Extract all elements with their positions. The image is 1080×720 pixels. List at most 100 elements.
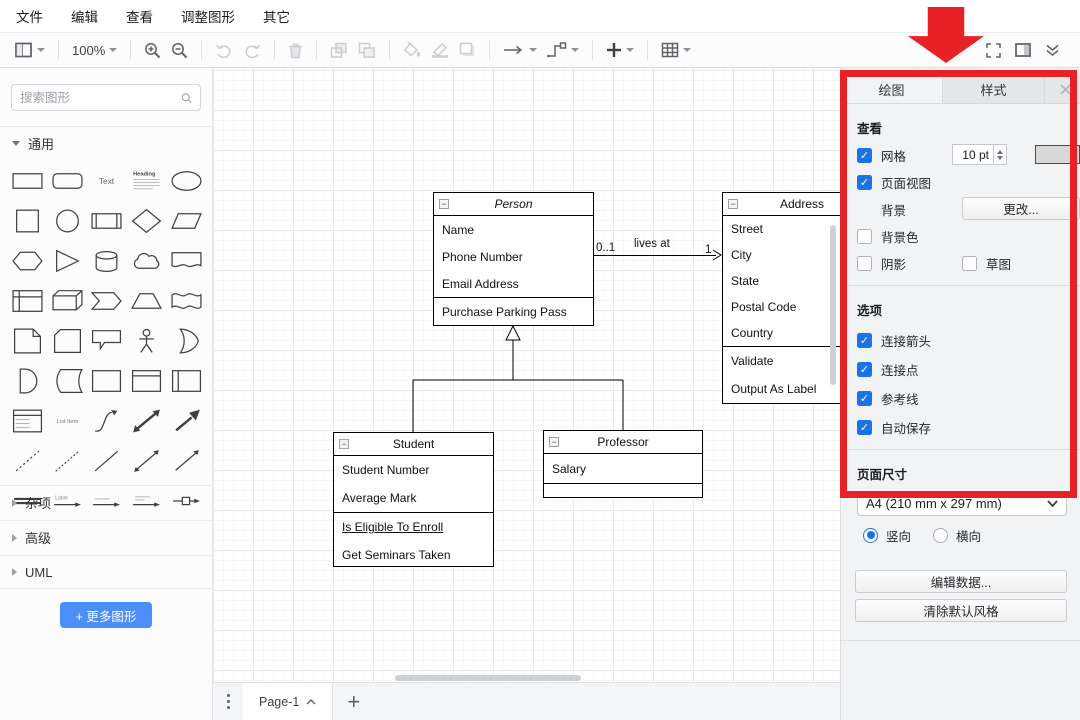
shape-callout[interactable]: [87, 324, 127, 357]
edit-data-button[interactable]: 编辑数据...: [855, 570, 1067, 593]
shadow-button[interactable]: [459, 38, 476, 62]
shape-card[interactable]: [48, 324, 88, 357]
shape-dotted-line[interactable]: [48, 444, 88, 477]
collapse-icon[interactable]: −: [439, 199, 449, 209]
shape-diamond[interactable]: [127, 204, 167, 237]
portrait-radio[interactable]: [863, 528, 878, 543]
shape-or[interactable]: [166, 324, 206, 357]
collapse-icon[interactable]: −: [549, 437, 559, 447]
shape-and[interactable]: [8, 364, 48, 397]
guides-checkbox[interactable]: ✓: [857, 391, 872, 406]
uml-class-address[interactable]: − Address Street City State Postal Code …: [722, 192, 840, 404]
grid-size-stepper[interactable]: [994, 144, 1007, 165]
sidebar-section-misc[interactable]: 杂项: [0, 485, 213, 519]
edge-lives-at[interactable]: [594, 255, 716, 256]
shape-search[interactable]: [11, 84, 201, 111]
zoom-in-button[interactable]: [144, 38, 161, 62]
change-background-button[interactable]: 更改...: [962, 197, 1080, 220]
shape-parallelogram[interactable]: [166, 204, 206, 237]
shape-cube[interactable]: [48, 284, 88, 317]
landscape-radio[interactable]: [933, 528, 948, 543]
tab-style[interactable]: 样式: [943, 76, 1045, 103]
add-page-button[interactable]: +: [347, 689, 360, 715]
zoom-out-button[interactable]: [171, 38, 188, 62]
shape-cloud[interactable]: [127, 244, 167, 277]
redo-button[interactable]: [243, 38, 261, 62]
connection-arrows-checkbox[interactable]: ✓: [857, 333, 872, 348]
collapse-double-chevron-icon[interactable]: [1045, 44, 1060, 57]
grid-checkbox[interactable]: ✓: [857, 148, 872, 163]
view-panels-button[interactable]: [15, 38, 45, 62]
shape-text[interactable]: Text: [87, 164, 127, 197]
sidebar-section-advanced[interactable]: 高级: [0, 520, 213, 554]
shape-step[interactable]: [87, 284, 127, 317]
zoom-level-button[interactable]: 100%: [72, 38, 117, 62]
edge-source-multiplicity[interactable]: 0..1: [596, 242, 615, 254]
shape-dashed-line[interactable]: [8, 444, 48, 477]
shape-cylinder[interactable]: [87, 244, 127, 277]
shape-rounded-rectangle[interactable]: [48, 164, 88, 197]
shape-list-item[interactable]: List Item: [48, 404, 88, 437]
edge-label[interactable]: lives at: [634, 238, 670, 250]
format-panel-icon[interactable]: [1015, 43, 1031, 57]
autosave-checkbox[interactable]: ✓: [857, 420, 872, 435]
close-panel-button[interactable]: [1050, 76, 1080, 103]
shadow-checkbox[interactable]: [857, 256, 872, 271]
shape-horizontal-container[interactable]: [166, 364, 206, 397]
to-front-button[interactable]: [330, 38, 348, 62]
shape-internal-storage[interactable]: [8, 284, 48, 317]
collapse-icon[interactable]: −: [339, 439, 349, 449]
diagram-canvas[interactable]: − Person Name Phone Number Email Address…: [213, 68, 840, 682]
page-tab[interactable]: Page-1: [243, 683, 333, 720]
waypoint-style-button[interactable]: [547, 38, 579, 62]
uml-class-person[interactable]: − Person Name Phone Number Email Address…: [433, 192, 594, 326]
edge-target-multiplicity[interactable]: 1: [705, 244, 711, 256]
collapse-icon[interactable]: −: [728, 199, 738, 209]
shape-bidirectional-arrow[interactable]: [127, 404, 167, 437]
delete-button[interactable]: [288, 38, 303, 62]
shape-curve[interactable]: [87, 404, 127, 437]
shape-data-storage[interactable]: [48, 364, 88, 397]
insert-button[interactable]: [606, 38, 634, 62]
canvas-horizontal-scrollbar[interactable]: [395, 675, 581, 681]
menu-extras[interactable]: 其它: [263, 6, 290, 26]
shape-line[interactable]: [87, 444, 127, 477]
tab-diagram[interactable]: 绘图: [841, 76, 943, 103]
grid-color-swatch[interactable]: [1035, 145, 1080, 164]
shape-note[interactable]: [8, 324, 48, 357]
connection-points-checkbox[interactable]: ✓: [857, 362, 872, 377]
menu-file[interactable]: 文件: [16, 6, 43, 26]
table-button[interactable]: [661, 38, 691, 62]
shape-container[interactable]: [87, 364, 127, 397]
connection-style-button[interactable]: [503, 38, 537, 62]
page-view-checkbox[interactable]: ✓: [857, 175, 872, 190]
menu-edit[interactable]: 编辑: [71, 6, 98, 26]
clear-default-style-button[interactable]: 清除默认风格: [855, 599, 1067, 622]
uml-class-student[interactable]: − Student Student Number Average Mark Is…: [333, 432, 494, 567]
shape-vertical-container[interactable]: [127, 364, 167, 397]
to-back-button[interactable]: [358, 38, 376, 62]
pages-menu-button[interactable]: [213, 694, 243, 709]
fill-color-button[interactable]: [403, 38, 421, 62]
shape-list[interactable]: [8, 404, 48, 437]
sketch-checkbox[interactable]: [962, 256, 977, 271]
shape-ellipse[interactable]: [166, 164, 206, 197]
shape-circle[interactable]: [48, 204, 88, 237]
shape-textbox[interactable]: Heading: [127, 164, 167, 197]
shape-tape[interactable]: [166, 284, 206, 317]
shape-search-input[interactable]: [20, 91, 181, 105]
background-color-checkbox[interactable]: [857, 229, 872, 244]
shape-directional-connector[interactable]: [166, 444, 206, 477]
canvas-vertical-scrollbar[interactable]: [830, 225, 836, 385]
menu-arrange[interactable]: 调整图形: [181, 6, 235, 26]
shape-arrow[interactable]: [166, 404, 206, 437]
shape-trapezoid[interactable]: [127, 284, 167, 317]
fullscreen-icon[interactable]: [986, 43, 1001, 58]
shape-hexagon[interactable]: [8, 244, 48, 277]
shape-process[interactable]: [87, 204, 127, 237]
page-size-select[interactable]: A4 (210 mm x 297 mm): [857, 491, 1067, 516]
sidebar-section-uml[interactable]: UML: [0, 555, 213, 589]
undo-button[interactable]: [215, 38, 233, 62]
menu-view[interactable]: 查看: [126, 6, 153, 26]
shape-triangle[interactable]: [48, 244, 88, 277]
